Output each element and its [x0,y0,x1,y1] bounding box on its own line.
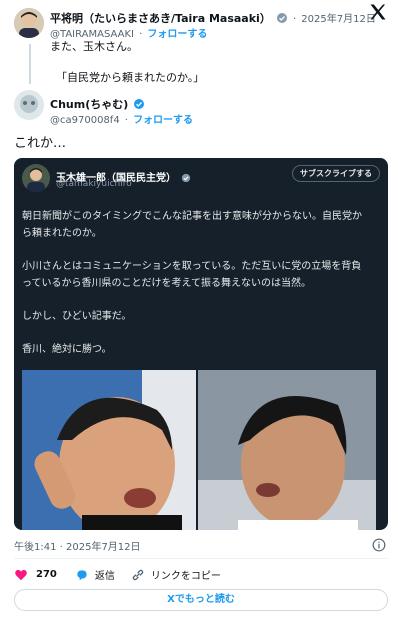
author-text-line2: 「自民党から頼まれたのか。」 [56,71,205,84]
heart-icon[interactable] [14,568,28,582]
read-more-button[interactable]: Xでもっと読む [14,589,388,611]
timestamp[interactable]: 午後1:41 · 2025年7月12日 [14,538,141,553]
quoted-handle-row: @ca970008f4 · フォローする [50,108,193,127]
verified-badge-icon [276,9,288,28]
embed-paragraph-4: 香川、絶対に勝つ。 [22,344,112,355]
follow-quoted-button[interactable]: フォローする [133,115,193,126]
embed-avatar-image [22,164,50,192]
author-date[interactable]: 2025年7月12日 [301,14,376,25]
embed-paragraph-2b: っているから香川県のことだけを考えて振る舞えないのは当然。 [22,278,311,289]
embed-paragraph-1b: ら頼まれたのか。 [22,228,102,239]
copy-link-button[interactable]: リンクをコピー [151,567,221,582]
divider [14,558,388,559]
quoted-avatar-image [14,90,44,120]
reply-button[interactable]: 返信 [95,567,115,582]
like-count[interactable]: 270 [36,569,57,580]
quoted-text: これか… [14,136,67,151]
embed-paragraph-2a: 小川さんとはコミュニケーションを取っている。ただ互いに党の立場を背負 [22,261,362,272]
author-handle-sep: · [139,29,143,40]
author-avatar-image [14,8,44,38]
embed-photo-left[interactable] [22,370,196,530]
author-text-line1: また、玉木さん。 [50,40,138,53]
verified-badge-icon [181,168,191,187]
photo-left-image [22,370,196,530]
x-logo-icon[interactable] [368,2,388,28]
thread-line [29,44,31,84]
embed-paragraph-3: しかし、ひどい記事だ。 [22,311,132,322]
link-icon[interactable] [131,568,145,582]
embed-handle[interactable]: @tamakiyuichiro [56,179,132,189]
author-date-sep: · [293,14,297,25]
info-icon[interactable] [372,537,386,556]
actions-bar: 270 返信 リンクをコピー [14,567,221,582]
quoted-avatar[interactable] [14,90,44,120]
quoted-handle[interactable]: @ca970008f4 [50,115,120,126]
subscribe-button[interactable]: サブスクライブする [292,165,380,182]
embed-photo-right[interactable] [198,370,376,530]
reply-icon[interactable] [75,568,89,582]
author-avatar[interactable] [14,8,44,38]
follow-author-button[interactable]: フォローする [147,29,207,40]
photo-right-image [198,370,376,530]
embed-avatar[interactable] [22,164,50,192]
embedded-tweet-card[interactable]: 玉木雄一郎（国民民主党） @tamakiyuichiro サブスクライブする 朝… [14,158,388,530]
embed-paragraph-1a: 朝日新聞がこのタイミングでこんな記事を出す意味が分からない。自民党か [22,211,362,222]
quoted-handle-sep: · [124,115,128,126]
